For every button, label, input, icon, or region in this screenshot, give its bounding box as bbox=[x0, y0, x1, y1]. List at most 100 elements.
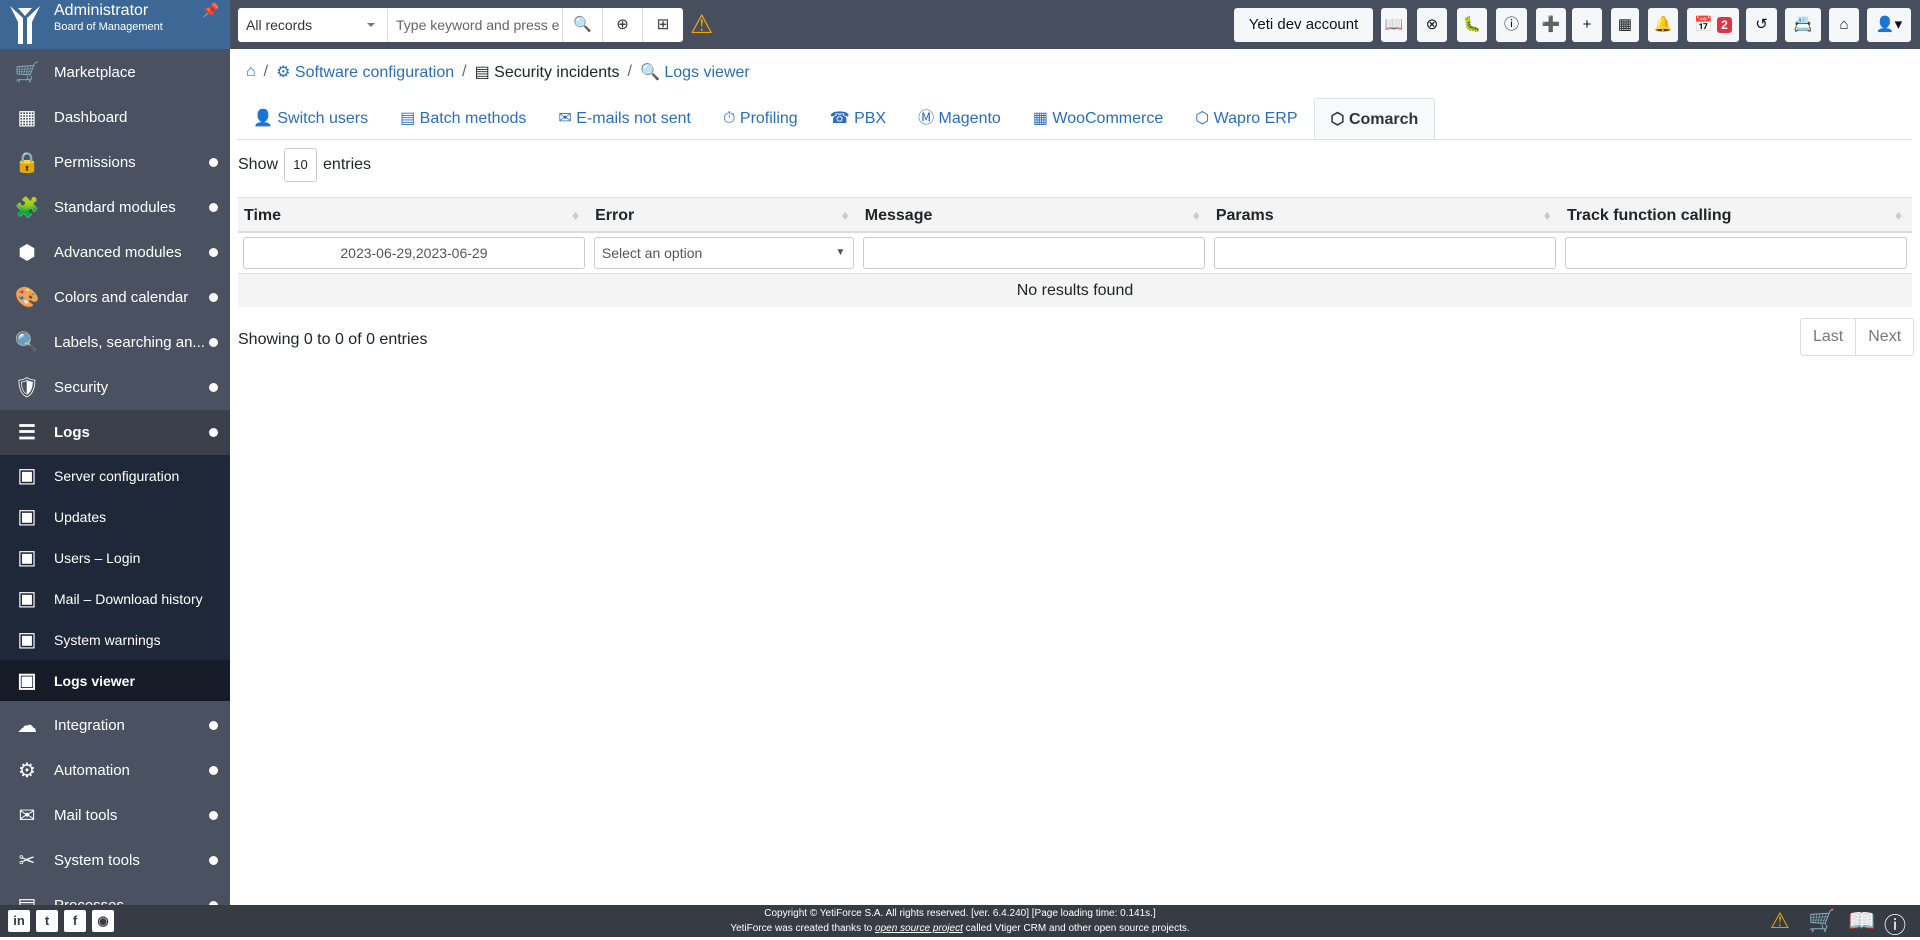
open-source-link[interactable]: open source project bbox=[875, 923, 963, 934]
expand-icon[interactable] bbox=[209, 765, 218, 775]
sidebar-item-colors-and-calendar[interactable]: 🎨 Colors and calendar bbox=[0, 275, 230, 320]
plus-icon[interactable]: + bbox=[1572, 8, 1602, 42]
sidebar-item-labels-searching-an[interactable]: 🔍 Labels, searching an... bbox=[0, 320, 230, 365]
tab-magento[interactable]: Ⓜ Magento bbox=[902, 98, 1017, 139]
info-icon[interactable]: ⓘ bbox=[1884, 908, 1906, 940]
cloud-icon: ☁ bbox=[17, 715, 37, 737]
sidebar-item-label: Standard modules bbox=[54, 199, 176, 216]
library-icon[interactable]: ▦ bbox=[1611, 8, 1639, 42]
sidebar-item-mail-tools[interactable]: ✉ Mail tools bbox=[0, 793, 230, 838]
tab-label: WooCommerce bbox=[1052, 110, 1164, 127]
bell-icon[interactable]: 🔔 bbox=[1648, 8, 1678, 42]
sidebar-item-updates[interactable]: ▣ Updates bbox=[0, 496, 230, 537]
error-filter-select[interactable]: Select an option ▼ bbox=[593, 237, 855, 269]
tab-comarch[interactable]: ⬡ Comarch bbox=[1313, 98, 1436, 139]
contacts-icon[interactable]: 📇 bbox=[1785, 8, 1821, 42]
info-icon[interactable]: ⓘ bbox=[1496, 8, 1527, 42]
credits: YetiForce was created thanks to open sou… bbox=[730, 923, 1190, 934]
user-brand[interactable]: Administrator Board of Management 📌 bbox=[0, 0, 230, 49]
cart-icon: 🛒 bbox=[14, 62, 40, 84]
entries-label: entries bbox=[323, 156, 372, 173]
search-input[interactable]: Type keyword and press e bbox=[388, 8, 563, 42]
column-header-params[interactable]: Params bbox=[1210, 198, 1561, 231]
column-header-time[interactable]: Time bbox=[238, 198, 589, 231]
dev-account-button[interactable]: Yeti dev account bbox=[1234, 8, 1373, 42]
column-header-track-function-calling[interactable]: Track function calling bbox=[1561, 198, 1912, 231]
sidebar-item-standard-modules[interactable]: 🧩 Standard modules bbox=[0, 185, 230, 230]
expand-icon[interactable] bbox=[209, 157, 218, 167]
user-name: Administrator bbox=[54, 2, 149, 19]
show-label: Show bbox=[238, 156, 279, 173]
tab-label: Magento bbox=[938, 110, 1001, 127]
sidebar-item-label: Processes bbox=[54, 897, 124, 905]
sidebar-item-system-warnings[interactable]: ▣ System warnings bbox=[0, 619, 230, 660]
user-menu-icon[interactable]: 👤▾ bbox=[1867, 8, 1911, 42]
grid-icon[interactable]: ⊞ bbox=[643, 8, 683, 42]
expand-icon[interactable] bbox=[209, 247, 218, 257]
pin-icon[interactable]: 📌 bbox=[202, 2, 219, 19]
last-page-button[interactable]: Last bbox=[1801, 319, 1855, 355]
sidebar-item-processes[interactable]: ▤Processes bbox=[0, 883, 230, 905]
sidebar-item-integration[interactable]: ☁ Integration bbox=[0, 703, 230, 748]
tab-woocommerce[interactable]: ▦ WooCommerce bbox=[1017, 98, 1179, 139]
track-filter-input[interactable] bbox=[1565, 237, 1907, 269]
expand-icon[interactable] bbox=[209, 337, 218, 347]
cogs-icon: ⚙ bbox=[18, 760, 36, 782]
sidebar-item-users-login[interactable]: ▣ Users – Login bbox=[0, 537, 230, 578]
crosshair-icon[interactable]: ⊕ bbox=[603, 8, 643, 42]
tab-profiling[interactable]: ⏱ Profiling bbox=[707, 98, 814, 139]
expand-icon[interactable] bbox=[209, 855, 218, 865]
sidebar-item-system-tools[interactable]: ✂ System tools bbox=[0, 838, 230, 883]
sidebar-item-security[interactable]: 🛡 Security bbox=[0, 365, 230, 410]
params-filter-input[interactable] bbox=[1214, 237, 1557, 269]
sidebar-item-dashboard[interactable]: ▦ Dashboard bbox=[0, 95, 230, 140]
message-filter-input[interactable] bbox=[863, 237, 1206, 269]
tab-e-mails-not-sent[interactable]: ✉ E-mails not sent bbox=[542, 98, 707, 139]
footer: in t f ◉ Copyright © YetiForce S.A. All … bbox=[0, 905, 1920, 940]
warning-icon[interactable]: ⚠ bbox=[1770, 908, 1790, 934]
sidebar-item-server-configuration[interactable]: ▣ Server configuration bbox=[0, 455, 230, 496]
home-icon[interactable]: ⌂ bbox=[246, 63, 256, 81]
expand-icon[interactable] bbox=[209, 382, 218, 392]
book-icon[interactable]: 📖 bbox=[1381, 8, 1407, 42]
bug-icon[interactable]: 🐛 bbox=[1457, 8, 1487, 42]
pbx-icon: ☎ bbox=[829, 110, 855, 127]
next-page-button[interactable]: Next bbox=[1855, 319, 1913, 355]
warning-icon[interactable]: ⚠ bbox=[690, 9, 713, 40]
entries-length-select[interactable]: 10 bbox=[284, 148, 318, 182]
sidebar-item-label: Labels, searching an... bbox=[54, 334, 205, 351]
batch-methods-icon: ▤ bbox=[400, 110, 420, 127]
sidebar-item-permissions[interactable]: 🔒 Permissions bbox=[0, 140, 230, 185]
expand-icon[interactable] bbox=[209, 292, 218, 302]
tab-switch-users[interactable]: 👤 Switch users bbox=[237, 98, 384, 139]
expand-icon[interactable] bbox=[209, 810, 218, 820]
expand-icon[interactable] bbox=[209, 202, 218, 212]
search-icon[interactable]: 🔍 bbox=[563, 8, 603, 42]
expand-icon[interactable] bbox=[209, 427, 218, 437]
sidebar-item-logs[interactable]: ☰ Logs bbox=[0, 410, 230, 455]
column-header-error[interactable]: Error bbox=[589, 198, 859, 231]
time-filter-input[interactable]: 2023-06-29,2023-06-29 bbox=[243, 237, 585, 269]
search-module-select[interactable]: All records bbox=[238, 8, 388, 42]
lifebuoy-icon[interactable]: ⊗ bbox=[1417, 8, 1447, 42]
tab-batch-methods[interactable]: ▤ Batch methods bbox=[384, 98, 542, 139]
breadcrumb-logs-viewer[interactable]: 🔍 Logs viewer bbox=[640, 62, 750, 82]
tab-pbx[interactable]: ☎ PBX bbox=[814, 98, 902, 139]
expand-icon[interactable] bbox=[209, 720, 218, 730]
column-header-message[interactable]: Message bbox=[859, 198, 1210, 231]
sidebar-item-logs-viewer[interactable]: ▣ Logs viewer bbox=[0, 660, 230, 701]
sidebar-item-automation[interactable]: ⚙ Automation bbox=[0, 748, 230, 793]
cart-icon[interactable]: 🛒 bbox=[1808, 908, 1835, 934]
history-icon[interactable]: ↺ bbox=[1746, 8, 1777, 42]
home-icon[interactable]: ⌂ bbox=[1829, 8, 1859, 42]
sidebar-item-marketplace[interactable]: 🛒 Marketplace bbox=[0, 50, 230, 95]
breadcrumb-security-incidents: ▤ Security incidents bbox=[474, 64, 620, 81]
book-icon[interactable]: 📖 bbox=[1848, 908, 1875, 934]
tab-wapro-erp[interactable]: ⬡ Wapro ERP bbox=[1179, 98, 1313, 139]
breadcrumb-software-configuration[interactable]: ⚙ Software configuration bbox=[276, 62, 454, 82]
calendar-button[interactable]: 📅 2 bbox=[1687, 8, 1739, 42]
quick-create-icon[interactable]: ➕ bbox=[1536, 8, 1566, 42]
sidebar-item-advanced-modules[interactable]: ⬢ Advanced modules bbox=[0, 230, 230, 275]
sidebar-item-mail-download-history[interactable]: ▣ Mail – Download history bbox=[0, 578, 230, 619]
comarch-icon: ⬡ bbox=[1330, 111, 1349, 128]
